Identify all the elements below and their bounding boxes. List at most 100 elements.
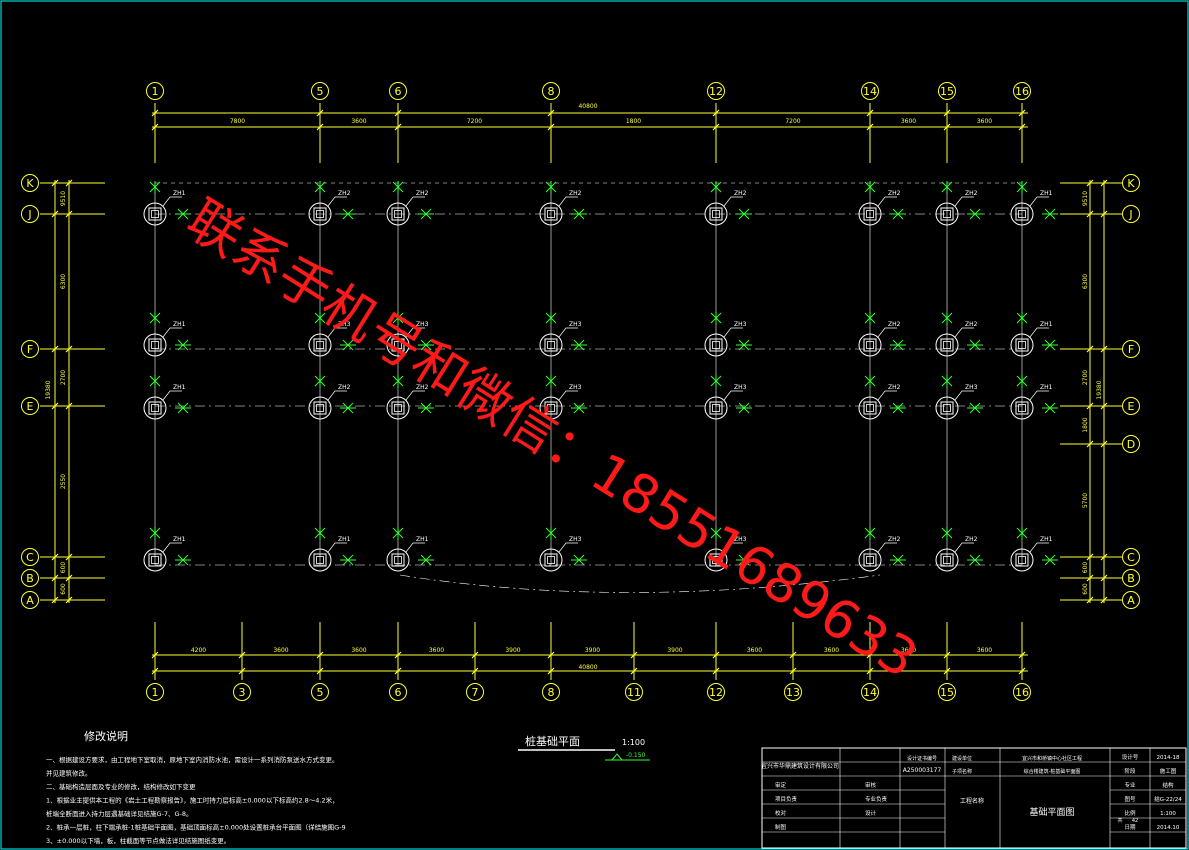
notes-lines: 一、根据建设方要求，由工程地下室取消，原地下室内消防水池，需设计一系列消防泵送水… <box>46 755 346 845</box>
rebar-marker-icon <box>890 339 906 351</box>
tb-project-value: 宜兴市和桥镇中心社区工程 <box>1022 755 1082 762</box>
pile-label: ZH3 <box>569 384 582 391</box>
rebar-marker-icon <box>967 554 983 566</box>
rebar-marker-icon <box>864 181 876 194</box>
axis-left-label: K <box>26 177 34 190</box>
dim-bottom-value: 3600 <box>273 647 288 654</box>
dim-right-value: 600 <box>1082 562 1089 574</box>
rebar-marker-icon <box>149 181 161 194</box>
rebar-marker-icon <box>314 181 326 194</box>
note-line: 1、根据业主提供本工程的《岩土工程勘察报告》，施工时持力层标高±0.000以下标… <box>46 796 339 805</box>
rebar-marker-icon <box>890 554 906 566</box>
dim-left-value: 6300 <box>60 274 67 289</box>
axis-left-label: E <box>27 400 34 413</box>
rebar-marker-icon <box>392 527 404 540</box>
dim-right-value: 5700 <box>1082 493 1089 508</box>
dim-right-value: 2700 <box>1082 370 1089 385</box>
pile-label: ZH1 <box>173 190 186 197</box>
pile-label: ZH3 <box>734 321 747 328</box>
axis-bottom-label: 11 <box>627 686 641 699</box>
rebar-marker-icon <box>571 208 587 220</box>
axis-bottom-label: 14 <box>863 686 877 699</box>
pile-label: ZH3 <box>734 536 747 543</box>
pile-label: ZH2 <box>965 536 978 543</box>
plan-title-group: 桩基础平面 1:100 -0.150 <box>518 734 650 761</box>
tb-role-label: 项目负责 <box>775 795 798 803</box>
tb-sub-label: 子项名称 <box>952 768 972 775</box>
drawing-border <box>0 0 1189 850</box>
axis-bottom-label: 15 <box>940 686 954 699</box>
axis-bottom-label: 8 <box>548 686 555 699</box>
pile-label: ZH3 <box>416 321 429 328</box>
dim-bottom-value: 3600 <box>429 647 444 654</box>
pile-label: ZH2 <box>569 190 582 197</box>
rebar-marker-icon <box>571 339 587 351</box>
axis-top-label: 14 <box>863 85 877 98</box>
pile-leader <box>162 390 182 401</box>
axis-top-label: 1 <box>152 85 159 98</box>
rebar-marker-icon <box>175 208 191 220</box>
rebar-marker-icon <box>967 339 983 351</box>
axis-bottom-label: 13 <box>786 686 800 699</box>
tb-role-label: 专业负责 <box>865 795 888 803</box>
rebar-marker-icon <box>545 312 557 325</box>
rebar-marker-icon <box>392 181 404 194</box>
rebar-marker-icon <box>1042 208 1058 220</box>
pile-leader <box>723 390 743 401</box>
pile-label: ZH3 <box>338 321 351 328</box>
rebar-marker-icon <box>710 312 722 325</box>
dim-top-value: 1800 <box>626 118 641 125</box>
axis-left-label: J <box>27 208 31 221</box>
rebar-marker-icon <box>1042 402 1058 414</box>
pile-leader <box>1029 390 1049 401</box>
dim-top-value: 3600 <box>977 118 992 125</box>
rebar-marker-icon <box>418 554 434 566</box>
pile-leader <box>723 327 743 338</box>
rebar-marker-icon <box>545 527 557 540</box>
pile-leader <box>327 542 347 553</box>
axis-left-label: B <box>26 572 34 585</box>
dim-bottom-value: 4200 <box>191 647 206 654</box>
pile-leader <box>405 327 425 338</box>
tb-meta-label: 设计号 <box>1122 753 1139 761</box>
note-line: 二、基础构造层面及专业的修改，结构修改如下变更 <box>46 782 196 791</box>
tb-sub-value: 综合楼建筑-桩基础平面图 <box>1024 768 1081 775</box>
axis-right-label: F <box>1128 343 1134 356</box>
tb-meta-value: 2014-18 <box>1157 755 1180 761</box>
pile-leader <box>405 390 425 401</box>
pile-leader <box>162 542 182 553</box>
dim-right-total: 19380 <box>1096 380 1103 399</box>
rebar-marker-icon <box>418 339 434 351</box>
pile-leader <box>558 327 578 338</box>
pile-label: ZH1 <box>1040 384 1053 391</box>
pile-leader <box>327 327 347 338</box>
axis-bottom-label: 16 <box>1015 686 1029 699</box>
rebar-marker-icon <box>314 312 326 325</box>
rebar-marker-icon <box>545 375 557 388</box>
tb-cert-label: 设计证书编号 <box>907 755 937 762</box>
pile-leader <box>877 542 897 553</box>
axis-left-label: C <box>26 551 34 564</box>
structural-drawing: 408007800 3600 7200 1800 7200 3600 36004080042… <box>0 0 1189 850</box>
rebar-marker-icon <box>571 402 587 414</box>
tb-meta-value: 2014.10 <box>1157 825 1180 831</box>
axis-right-label: J <box>1128 208 1132 221</box>
rebar-marker-icon <box>941 375 953 388</box>
rebar-marker-icon <box>1016 527 1028 540</box>
tb-page-label: 共 <box>1117 817 1122 824</box>
tb-meta-label: 日期 <box>1124 824 1136 831</box>
dim-right-value: 600 <box>1082 583 1089 595</box>
pile-label: ZH2 <box>338 384 351 391</box>
rebar-marker-icon <box>340 554 356 566</box>
pile-leader <box>723 542 743 553</box>
rebar-marker-icon <box>418 208 434 220</box>
pile-leader <box>558 196 578 207</box>
pile-leader <box>327 196 347 207</box>
pile-leader <box>162 327 182 338</box>
axis-top-label: 5 <box>317 85 324 98</box>
pile-label: ZH3 <box>569 536 582 543</box>
pile-label: ZH1 <box>1040 536 1053 543</box>
pile-label: ZH2 <box>965 190 978 197</box>
notes-block: 修改说明 一、根据建设方要求，由工程地下室取消，原地下室内消防水池，需设计一系列… <box>46 729 346 845</box>
dim-top-value: 7200 <box>785 118 800 125</box>
